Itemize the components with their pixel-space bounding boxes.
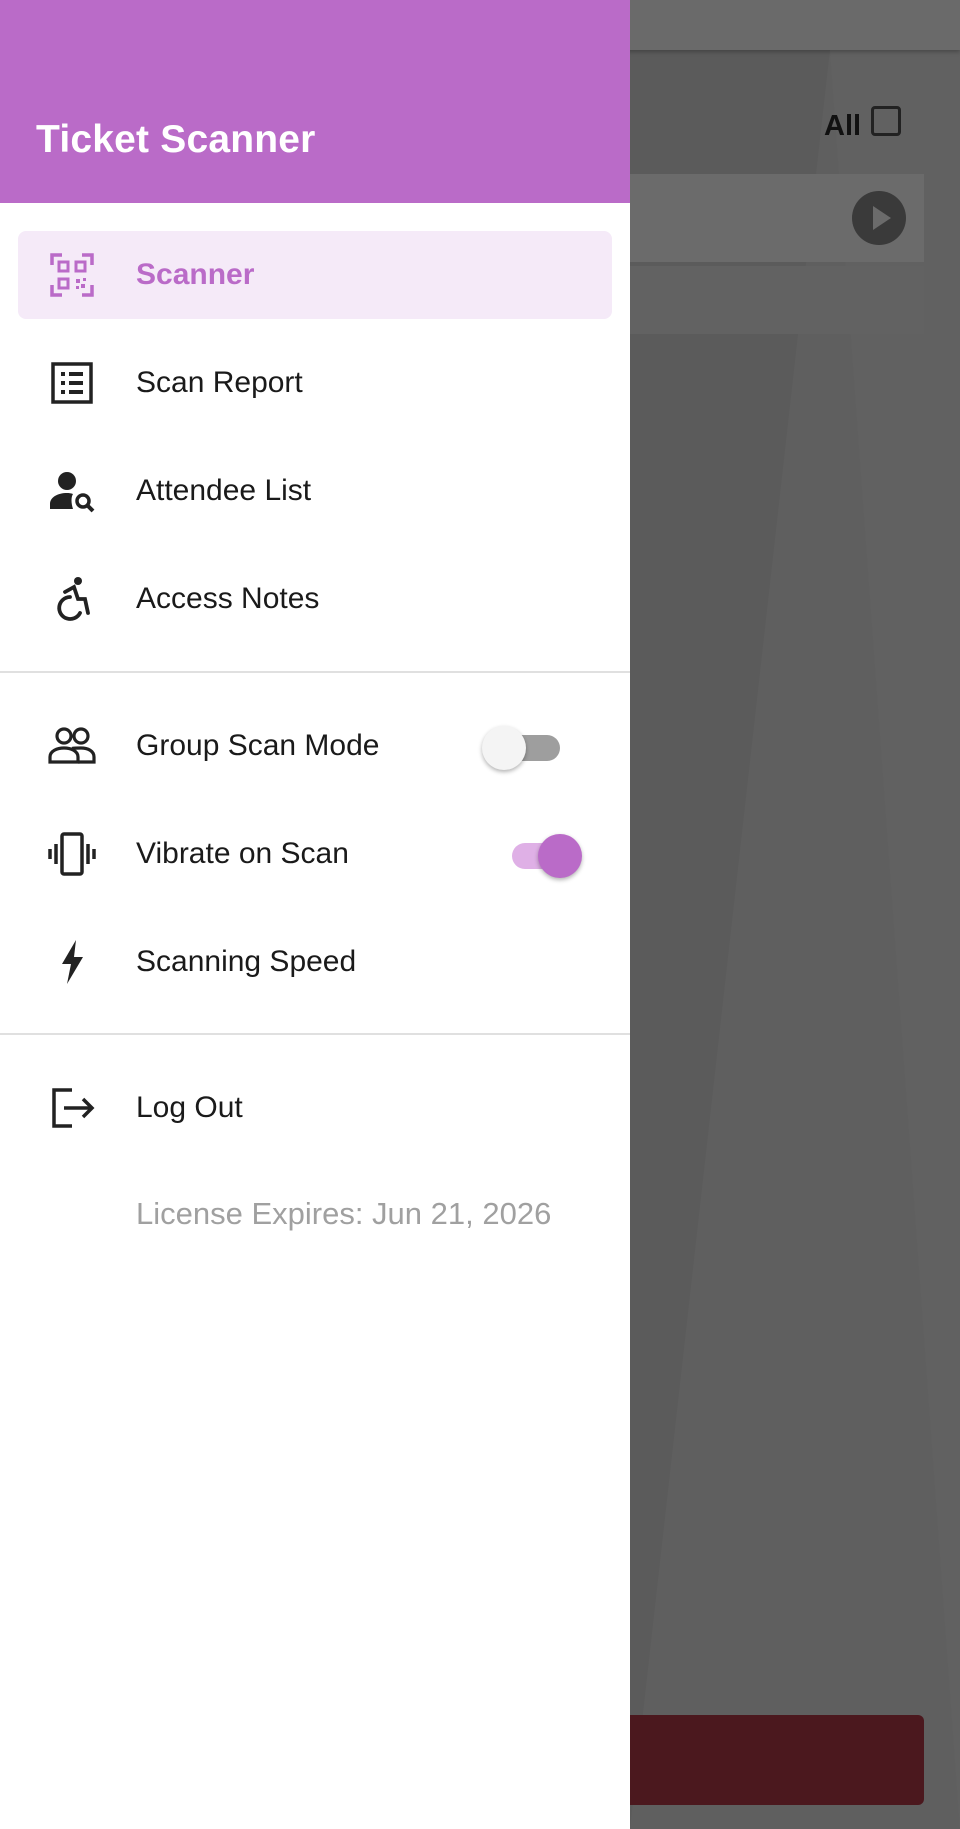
vibration-icon — [48, 830, 96, 878]
drawer-title: Ticket Scanner — [36, 118, 316, 161]
drawer-divider — [0, 671, 630, 673]
vibrate-on-scan-toggle[interactable] — [494, 832, 590, 880]
filter-all-checkbox[interactable] — [871, 106, 901, 136]
list-report-icon — [48, 359, 96, 407]
setting-group-scan-mode[interactable]: Group Scan Mode — [18, 702, 612, 790]
person-search-icon — [48, 467, 96, 515]
logout-button[interactable]: Log Out — [18, 1064, 612, 1152]
nav-item-label: Log Out — [136, 1091, 243, 1124]
nav-item-label: Group Scan Mode — [136, 729, 380, 762]
screen: All Ticket Scanner Scanner Scan Report A… — [0, 0, 960, 1829]
nav-item-scanner[interactable]: Scanner — [18, 231, 612, 319]
nav-item-attendee-list[interactable]: Attendee List — [18, 447, 612, 535]
play-icon[interactable] — [852, 191, 906, 245]
filter-all-label: All — [824, 110, 862, 142]
nav-item-label: Scan Report — [136, 366, 303, 399]
nav-item-scan-report[interactable]: Scan Report — [18, 339, 612, 427]
drawer-divider — [0, 1033, 630, 1035]
license-expiry-text: License Expires: Jun 21, 2026 — [136, 1196, 552, 1231]
drawer-header: Ticket Scanner — [0, 0, 630, 203]
nav-item-label: Scanner — [136, 258, 255, 291]
nav-item-label: Scanning Speed — [136, 945, 357, 978]
navigation-drawer: Ticket Scanner Scanner Scan Report Atten… — [0, 0, 630, 1829]
group-icon — [48, 722, 96, 770]
qr-code-scanner-icon — [48, 251, 96, 299]
toggle-knob — [538, 834, 582, 878]
setting-scanning-speed[interactable]: Scanning Speed — [18, 918, 612, 1006]
setting-vibrate-on-scan[interactable]: Vibrate on Scan — [18, 810, 612, 898]
nav-item-label: Attendee List — [136, 474, 312, 507]
nav-item-label: Access Notes — [136, 582, 320, 615]
logout-icon — [48, 1084, 96, 1132]
nav-item-access-notes[interactable]: Access Notes — [18, 555, 612, 643]
toggle-knob — [482, 726, 526, 770]
bolt-icon — [48, 938, 96, 986]
nav-item-label: Vibrate on Scan — [136, 837, 349, 870]
group-scan-mode-toggle[interactable] — [482, 724, 578, 772]
accessibility-icon — [48, 575, 96, 623]
